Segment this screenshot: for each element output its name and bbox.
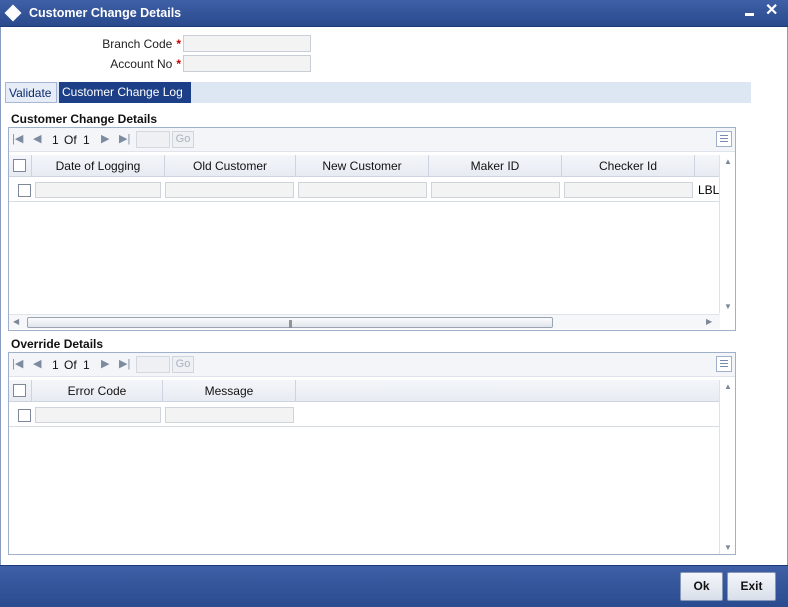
exit-button[interactable]: Exit bbox=[727, 572, 776, 601]
window-footer: Ok Exit bbox=[0, 565, 788, 607]
scroll-right-icon[interactable]: ▶ bbox=[706, 317, 712, 326]
first-page-icon[interactable]: |◀ bbox=[12, 357, 23, 370]
checker-id-cell[interactable] bbox=[564, 182, 693, 198]
customer-change-hscroll[interactable]: ◀ ||| ▶ bbox=[9, 314, 720, 329]
list-view-icon[interactable] bbox=[716, 131, 732, 147]
window-titlebar: Customer Change Details ✕ bbox=[0, 0, 788, 27]
tab-bar: Validate Customer Change Log bbox=[5, 82, 751, 103]
col-old-customer[interactable]: Old Customer bbox=[165, 155, 296, 177]
minimize-icon[interactable] bbox=[745, 13, 754, 16]
branch-code-label: Branch Code * bbox=[61, 37, 181, 51]
account-no-label-text: Account No bbox=[110, 57, 173, 71]
customer-change-grid: |◀ ◀ 1 Of 1 ▶ ▶| Go Date of Logging Old … bbox=[8, 127, 736, 331]
col-maker-id[interactable]: Maker ID bbox=[429, 155, 562, 177]
table-row bbox=[9, 403, 720, 427]
override-header: Error Code Message bbox=[9, 380, 720, 402]
go-button[interactable]: Go bbox=[172, 131, 194, 148]
ok-button[interactable]: Ok bbox=[680, 572, 723, 601]
customer-change-section-title: Customer Change Details bbox=[11, 112, 158, 126]
col-message[interactable]: Message bbox=[163, 380, 296, 402]
required-mark: * bbox=[176, 57, 181, 71]
list-view-icon[interactable] bbox=[716, 356, 732, 372]
prev-page-icon[interactable]: ◀ bbox=[33, 357, 41, 370]
page-number-input[interactable] bbox=[136, 131, 170, 148]
scroll-up-icon[interactable]: ▲ bbox=[724, 382, 732, 391]
page-number-input[interactable] bbox=[136, 356, 170, 373]
old-customer-cell[interactable] bbox=[165, 182, 294, 198]
last-page-icon[interactable]: ▶| bbox=[119, 357, 130, 370]
pager-of: Of bbox=[64, 133, 77, 147]
close-icon[interactable]: ✕ bbox=[765, 2, 778, 20]
row-checkbox[interactable] bbox=[18, 184, 31, 197]
scroll-up-icon[interactable]: ▲ bbox=[724, 157, 732, 166]
branch-code-label-text: Branch Code bbox=[102, 37, 173, 51]
table-row: LBL bbox=[9, 178, 720, 202]
overflow-label: LBL bbox=[698, 183, 720, 197]
message-cell[interactable] bbox=[165, 407, 294, 423]
select-all-cell bbox=[9, 155, 32, 177]
customer-change-header: Date of Logging Old Customer New Custome… bbox=[9, 155, 720, 177]
branch-code-field[interactable] bbox=[183, 35, 311, 52]
pager-of: Of bbox=[64, 358, 77, 372]
override-toolbar: |◀ ◀ 1 Of 1 ▶ ▶| Go bbox=[9, 353, 735, 377]
go-button[interactable]: Go bbox=[172, 356, 194, 373]
account-no-field[interactable] bbox=[183, 55, 311, 72]
date-of-logging-cell[interactable] bbox=[35, 182, 161, 198]
hscroll-thumb[interactable]: ||| bbox=[27, 317, 553, 328]
row-checkbox[interactable] bbox=[18, 409, 31, 422]
error-code-cell[interactable] bbox=[35, 407, 161, 423]
first-page-icon[interactable]: |◀ bbox=[12, 132, 23, 145]
override-section-title: Override Details bbox=[11, 337, 104, 351]
col-date-of-logging[interactable]: Date of Logging bbox=[32, 155, 165, 177]
select-all-checkbox[interactable] bbox=[13, 159, 26, 172]
window-content: Branch Code * Account No * Validate Custom… bbox=[0, 27, 788, 565]
prev-page-icon[interactable]: ◀ bbox=[33, 132, 41, 145]
tab-customer-change-log[interactable]: Customer Change Log bbox=[59, 82, 191, 103]
override-vscroll[interactable]: ▲ ▼ bbox=[719, 380, 735, 554]
next-page-icon[interactable]: ▶ bbox=[101, 357, 109, 370]
scroll-left-icon[interactable]: ◀ bbox=[13, 317, 19, 326]
maker-id-cell[interactable] bbox=[431, 182, 560, 198]
col-error-code[interactable]: Error Code bbox=[32, 380, 163, 402]
customer-change-toolbar: |◀ ◀ 1 Of 1 ▶ ▶| Go bbox=[9, 128, 735, 152]
select-all-cell bbox=[9, 380, 32, 402]
customer-change-vscroll[interactable]: ▲ ▼ bbox=[719, 155, 735, 313]
col-checker-id[interactable]: Checker Id bbox=[562, 155, 695, 177]
scroll-down-icon[interactable]: ▼ bbox=[724, 302, 732, 311]
scroll-down-icon[interactable]: ▼ bbox=[724, 543, 732, 552]
next-page-icon[interactable]: ▶ bbox=[101, 132, 109, 145]
tab-validate[interactable]: Validate bbox=[5, 82, 57, 103]
pager-current: 1 bbox=[52, 133, 59, 147]
required-mark: * bbox=[176, 37, 181, 51]
override-grid: |◀ ◀ 1 Of 1 ▶ ▶| Go Error Code Message ▲… bbox=[8, 352, 736, 555]
pager-current: 1 bbox=[52, 358, 59, 372]
col-new-customer[interactable]: New Customer bbox=[296, 155, 429, 177]
select-all-checkbox[interactable] bbox=[13, 384, 26, 397]
new-customer-cell[interactable] bbox=[298, 182, 427, 198]
window-diamond-icon bbox=[4, 4, 22, 22]
window-title: Customer Change Details bbox=[29, 6, 182, 20]
account-no-label: Account No * bbox=[61, 57, 181, 71]
pager-total: 1 bbox=[83, 358, 90, 372]
pager-total: 1 bbox=[83, 133, 90, 147]
last-page-icon[interactable]: ▶| bbox=[119, 132, 130, 145]
